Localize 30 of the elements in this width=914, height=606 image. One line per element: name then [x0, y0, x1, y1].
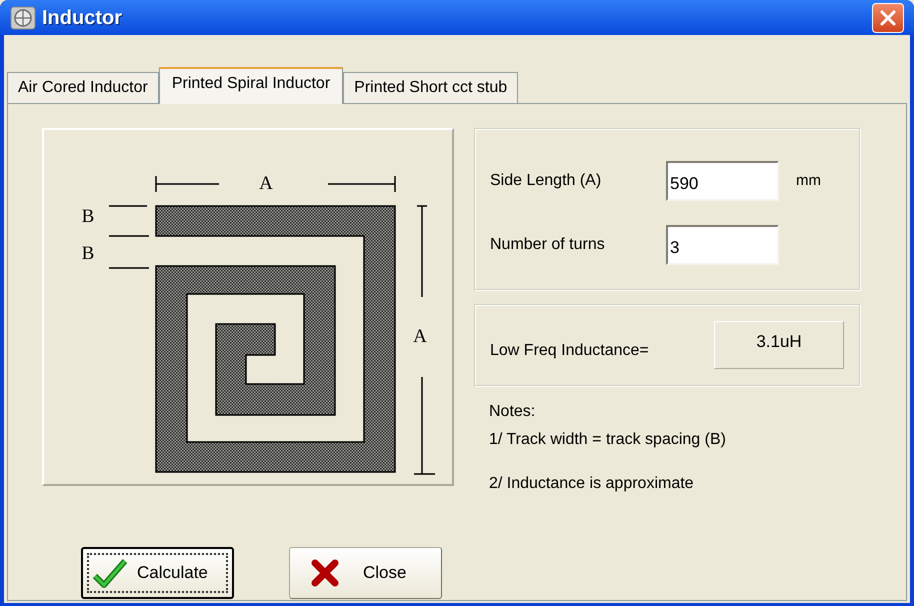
dimension-line	[155, 175, 220, 193]
tab[interactable]: Printed Short cct stub	[343, 72, 518, 103]
dimension-label: B	[82, 243, 94, 264]
result-label: Low Freq Inductance=	[490, 341, 650, 361]
dimension-line	[109, 267, 149, 269]
result-value: 3.1uH	[714, 321, 844, 369]
tab[interactable]: Air Cored Inductor	[7, 72, 159, 103]
field-label: Side Length (A)	[490, 171, 602, 191]
dimension-label: B	[82, 206, 94, 227]
dimension-label: A	[413, 326, 427, 347]
close-button[interactable]	[872, 2, 904, 32]
note-text: 2/ Inductance is approximate	[489, 474, 695, 494]
dimension-label: A	[259, 173, 273, 194]
note-text: 1/ Track width = track spacing (B)	[489, 430, 727, 450]
dimension-line	[327, 175, 396, 193]
tab[interactable]: Printed Spiral Inductor	[158, 67, 344, 104]
check-icon	[93, 558, 127, 588]
window-title: Inductor	[42, 6, 122, 30]
input-field[interactable]: 590	[666, 161, 779, 201]
field-label: Number of turns	[490, 235, 606, 255]
cross-icon	[311, 559, 339, 587]
dialog-button[interactable]: Calculate	[81, 547, 234, 599]
app-icon	[10, 6, 36, 30]
dialog-button[interactable]: Close	[289, 547, 442, 599]
input-field[interactable]: 3	[666, 225, 779, 265]
unit-label: mm	[796, 170, 821, 191]
dimension-line	[109, 205, 147, 207]
dimension-line	[109, 235, 149, 237]
close-icon	[879, 8, 897, 26]
notes-heading: Notes:	[489, 402, 536, 422]
